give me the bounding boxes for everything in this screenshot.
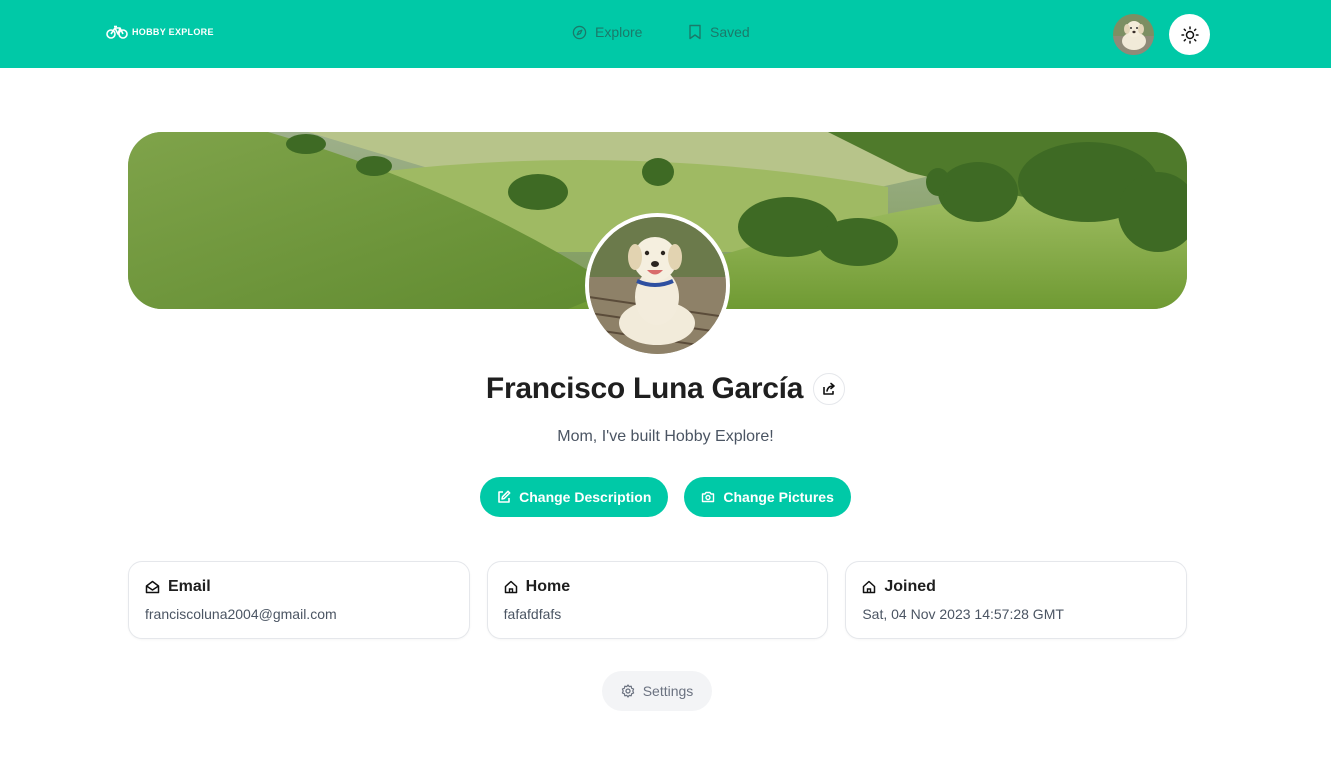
bookmark-icon bbox=[689, 24, 701, 40]
profile-actions: Change Description Change Pictures bbox=[0, 477, 1331, 517]
nav-explore-label: Explore bbox=[595, 24, 643, 40]
email-value: franciscoluna2004@gmail.com bbox=[145, 606, 337, 622]
nav-saved-label: Saved bbox=[710, 24, 750, 40]
nav-saved[interactable]: Saved bbox=[688, 24, 750, 40]
email-card: Email franciscoluna2004@gmail.com bbox=[128, 561, 470, 639]
share-profile-button[interactable] bbox=[813, 373, 846, 405]
theme-toggle-button[interactable] bbox=[1169, 14, 1210, 55]
home-card: Home fafafdfafs bbox=[486, 561, 829, 639]
change-pictures-label: Change Pictures bbox=[723, 489, 834, 505]
share-icon bbox=[823, 382, 835, 395]
change-description-button[interactable]: Change Description bbox=[480, 477, 669, 517]
mail-open-icon bbox=[145, 580, 160, 594]
camera-icon bbox=[702, 491, 715, 503]
email-card-title: Email bbox=[168, 578, 211, 595]
top-navbar: HOBBY EXPLORE Explore Saved bbox=[0, 0, 1331, 68]
gear-icon bbox=[621, 684, 634, 698]
profile-name-row: Francisco Luna García bbox=[0, 372, 1331, 406]
joined-card: Joined Sat, 04 Nov 2023 14:57:28 GMT bbox=[845, 561, 1188, 639]
logo[interactable]: HOBBY EXPLORE bbox=[106, 25, 214, 39]
compass-icon bbox=[572, 25, 587, 39]
profile-description: Mom, I've built Hobby Explore! bbox=[557, 428, 774, 445]
info-cards: Email franciscoluna2004@gmail.com Home f… bbox=[128, 561, 1188, 639]
home-icon bbox=[863, 580, 876, 594]
profile-name: Francisco Luna García bbox=[485, 372, 804, 405]
profile-picture bbox=[585, 213, 730, 358]
bicycle-icon bbox=[106, 25, 128, 39]
joined-value: Sat, 04 Nov 2023 14:57:28 GMT bbox=[862, 606, 1064, 622]
settings-label: Settings bbox=[642, 683, 694, 699]
sun-icon bbox=[1180, 25, 1199, 44]
user-avatar[interactable] bbox=[1113, 14, 1154, 55]
change-pictures-button[interactable]: Change Pictures bbox=[684, 477, 851, 517]
joined-card-title: Joined bbox=[884, 578, 936, 595]
nav-explore[interactable]: Explore bbox=[572, 24, 642, 40]
logo-text: HOBBY EXPLORE bbox=[132, 27, 214, 37]
edit-icon bbox=[498, 490, 511, 503]
home-value: fafafdfafs bbox=[503, 606, 562, 622]
home-card-title: Home bbox=[525, 578, 571, 595]
home-icon bbox=[504, 580, 517, 594]
settings-button[interactable]: Settings bbox=[602, 671, 712, 711]
change-description-label: Change Description bbox=[519, 489, 652, 505]
